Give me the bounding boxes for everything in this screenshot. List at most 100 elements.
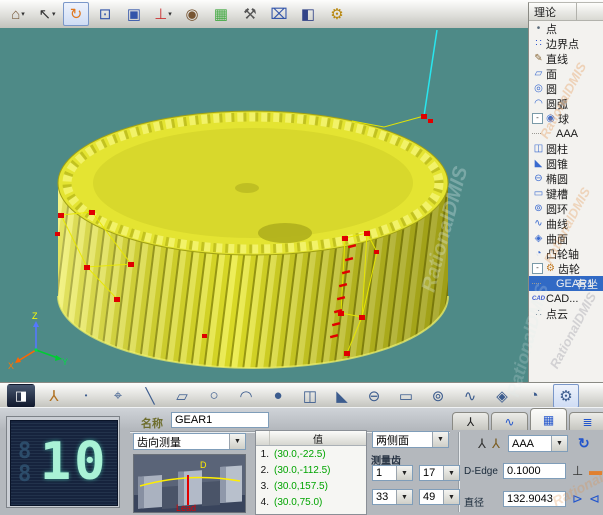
value-row[interactable]: 3.(30.0,157.5) — [256, 478, 366, 494]
tree-header-theory[interactable]: 理论 — [529, 3, 577, 20]
tooth-number-select-4[interactable]: 49 — [419, 489, 460, 505]
feature-gear-button[interactable]: ⚙ — [553, 384, 579, 408]
chevron-down-icon[interactable] — [396, 490, 412, 504]
feature-camshaft-button[interactable]: ◔ — [521, 384, 547, 408]
tab-report[interactable]: ≣ — [569, 412, 603, 430]
delete-button[interactable]: ⌧ — [266, 2, 292, 26]
feature-sphere-button[interactable]: ● — [265, 384, 291, 408]
tab-probe[interactable]: ⅄ — [452, 412, 489, 430]
row-value: (30.0,-112.5) — [271, 465, 331, 476]
chevron-down-icon[interactable] — [443, 490, 459, 504]
diameter-input[interactable]: 132.9043 — [503, 491, 566, 507]
measure-type-select[interactable]: 齿向测量 — [133, 433, 246, 450]
feature-slot-button[interactable]: ▭ — [393, 384, 419, 408]
feature-ellipse-button[interactable]: ⊖ — [361, 384, 387, 408]
tree-header[interactable]: 理论 — [529, 3, 603, 21]
tree-item-slot[interactable]: ▭键槽 — [529, 186, 603, 201]
tree-item-gear[interactable]: -⚙齿轮 — [529, 261, 603, 276]
tree-item-curve[interactable]: ∿曲线 — [529, 216, 603, 231]
feature-cylinder-button[interactable]: ◫ — [297, 384, 323, 408]
tree-item-line[interactable]: ✎直线 — [529, 51, 603, 66]
tree-item-point-cloud[interactable]: ∴点云 — [529, 306, 603, 321]
d-edge-input[interactable]: 0.1000 — [503, 463, 566, 479]
tree-item-point[interactable]: •点 — [529, 21, 603, 36]
name-input[interactable]: GEAR1 — [171, 412, 269, 428]
tooth-number-select-3[interactable]: 33 — [372, 489, 413, 505]
probe-config-icon[interactable]: ⅄ — [492, 436, 500, 452]
tab-table[interactable]: ▦ — [530, 408, 567, 430]
measure-mode-button[interactable]: ◨ — [7, 384, 35, 408]
palette-button[interactable]: ▦ — [208, 2, 234, 26]
tree-item-cone[interactable]: ◣圆锥 — [529, 156, 603, 171]
zoom-region-button[interactable]: ⊡ — [92, 2, 118, 26]
chevron-down-icon[interactable] — [432, 432, 448, 447]
tooth-number-select-2[interactable]: 17 — [419, 465, 460, 481]
tree-item-label: 凸轮轴 — [546, 246, 579, 262]
value-row[interactable]: 4.(30.0,75.0) — [256, 494, 366, 510]
tree-header-col2[interactable] — [577, 3, 603, 20]
tree-item-label: 圆 — [546, 81, 557, 97]
tab-graph[interactable]: ∿ — [491, 412, 528, 430]
feature-cone-button[interactable]: ◣ — [329, 384, 355, 408]
eye-button[interactable]: ◉ — [179, 2, 205, 26]
chevron-down-icon[interactable]: ▾ — [52, 10, 56, 18]
feature-curve-button[interactable]: ∿ — [457, 384, 483, 408]
value-row[interactable]: 2.(30.0,-112.5) — [256, 462, 366, 478]
tree-item-plane[interactable]: ▱面 — [529, 66, 603, 81]
tree-item-aaa[interactable]: AAA — [529, 126, 603, 141]
home-button[interactable]: ⌂▾ — [5, 2, 31, 26]
eraser-icon[interactable]: ▬ — [589, 463, 602, 478]
tree-item-circle[interactable]: ◎圆 — [529, 81, 603, 96]
feature-line-button[interactable]: ╲ — [137, 384, 163, 408]
measure-point-icon[interactable]: ⊥ — [572, 463, 583, 479]
feature-point-button[interactable]: • — [73, 384, 99, 408]
solid-select-button[interactable]: ◧ — [295, 2, 321, 26]
tree-guide — [532, 133, 541, 134]
tree-item-cylinder[interactable]: ◫圆柱 — [529, 141, 603, 156]
tree-item-camshaft[interactable]: ◔凸轮轴 — [529, 246, 603, 261]
feature-arc-button[interactable]: ◠ — [233, 384, 259, 408]
feature-surface-button[interactable]: ◈ — [489, 384, 515, 408]
tree-item-arc[interactable]: ◠圆弧 — [529, 96, 603, 111]
chevron-down-icon[interactable]: ▾ — [21, 10, 25, 18]
tree-item-boundary-point[interactable]: ∷边界点 — [529, 36, 603, 51]
tree-item-torus[interactable]: ⊚圆环 — [529, 201, 603, 216]
play-measure-icon[interactable]: ⊳ — [572, 491, 583, 507]
tree-item-gear1[interactable]: GEAR1有坐 — [529, 276, 603, 291]
probe-machine-button[interactable]: ⅄ — [41, 384, 67, 408]
feature-torus-button[interactable]: ⊚ — [425, 384, 451, 408]
tooth-number-select-1[interactable]: 1 — [372, 465, 413, 481]
chevron-down-icon[interactable] — [396, 466, 412, 480]
tree-item-surface[interactable]: ◈曲面 — [529, 231, 603, 246]
chevron-down-icon[interactable]: ▾ — [168, 10, 172, 18]
probe-icon[interactable]: ⅄ — [478, 436, 486, 452]
alignment-select[interactable]: AAA — [508, 435, 568, 452]
app-window: ⌂▾↖▾↻⊡▣⊥▾◉▦⚒⌧◧⚙ — [0, 0, 603, 515]
expand-icon[interactable]: - — [532, 113, 543, 124]
axes-button[interactable]: ⊥▾ — [150, 2, 176, 26]
result-tabs: ⅄∿▦≣ — [452, 408, 603, 430]
boundary-point-icon: ∷ — [532, 38, 545, 49]
feature-circle-button[interactable]: ○ — [201, 384, 227, 408]
expand-icon[interactable]: - — [532, 263, 543, 274]
gear-edit-button[interactable]: ⚙ — [324, 2, 350, 26]
pointer-button[interactable]: ↖▾ — [34, 2, 60, 26]
tools-button[interactable]: ⚒ — [237, 2, 263, 26]
chevron-down-icon[interactable] — [443, 466, 459, 480]
refresh-icon[interactable]: ↻ — [578, 435, 590, 452]
feature-torus-icon: ⊚ — [432, 387, 445, 405]
feature-plane-button[interactable]: ▱ — [169, 384, 195, 408]
chevron-down-icon[interactable] — [551, 436, 567, 451]
chevron-down-icon[interactable] — [229, 434, 245, 449]
value-list[interactable]: 值 1.(30.0,-22.5)2.(30.0,-112.5)3.(30.0,1… — [255, 430, 367, 515]
viewport-3d[interactable]: Z X Y RationalDMIS — [0, 28, 528, 382]
tree-item-ellipse[interactable]: ⊖椭圆 — [529, 171, 603, 186]
tree-item-sphere[interactable]: -◉球 — [529, 111, 603, 126]
value-row[interactable]: 1.(30.0,-22.5) — [256, 446, 366, 462]
tree-item-cad[interactable]: CADCAD... — [529, 291, 603, 306]
flank-select[interactable]: 两侧面 — [372, 431, 449, 448]
feature-datum-button[interactable]: ⌖ — [105, 384, 131, 408]
back-measure-icon[interactable]: ⊲ — [589, 491, 600, 507]
fit-view-button[interactable]: ▣ — [121, 2, 147, 26]
rotate-view-button[interactable]: ↻ — [63, 2, 89, 26]
